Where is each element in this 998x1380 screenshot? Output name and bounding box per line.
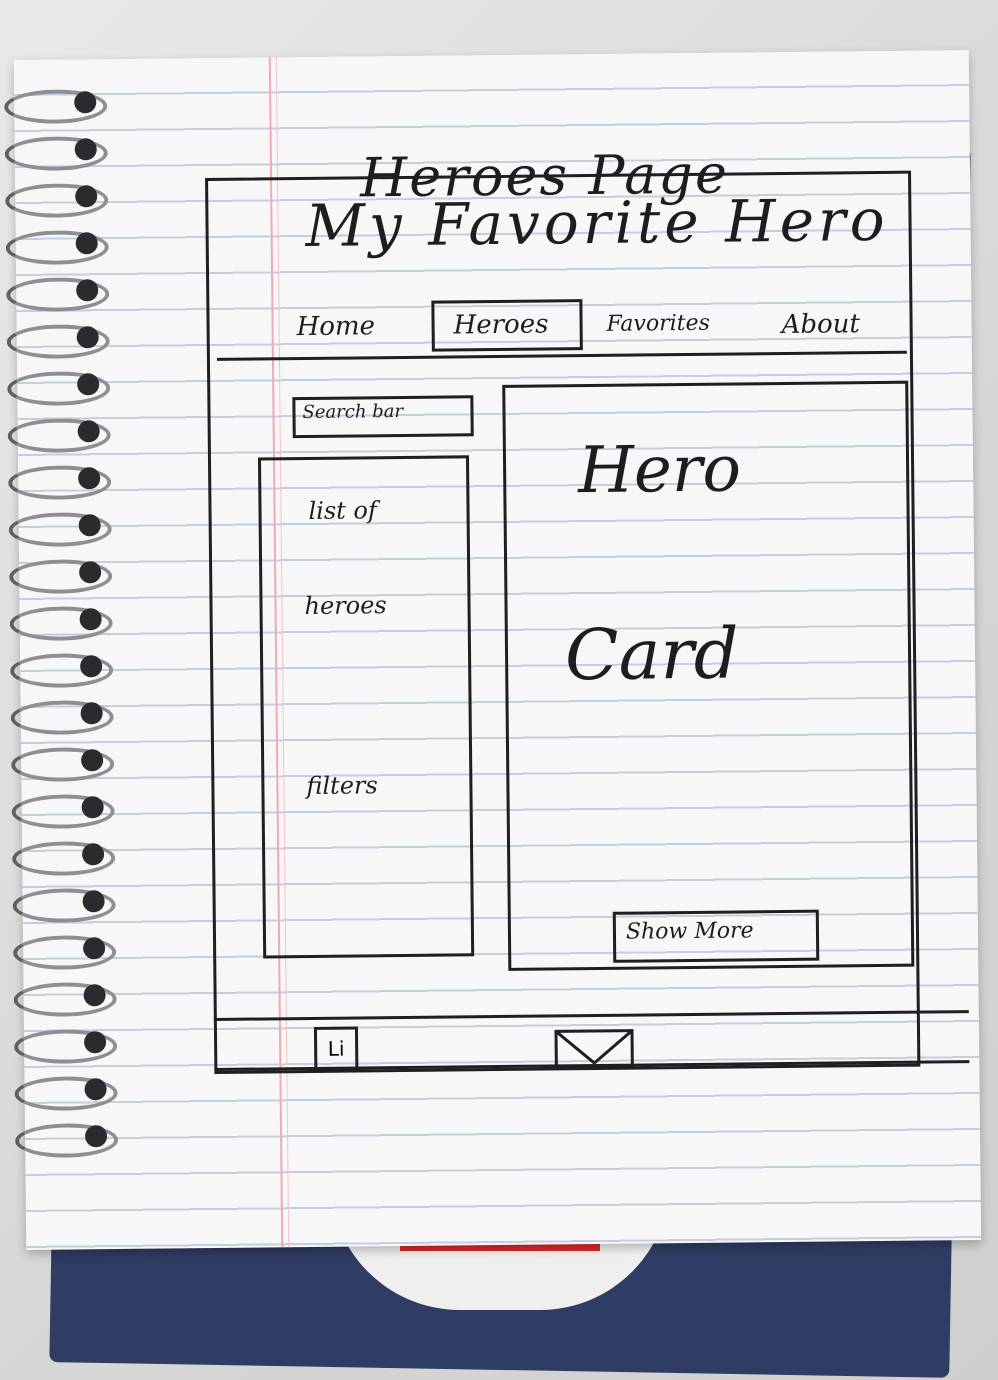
punch-hole bbox=[83, 1031, 107, 1054]
punch-hole bbox=[74, 138, 97, 161]
punch-hole bbox=[79, 561, 102, 584]
spiral-binding bbox=[4, 89, 126, 1220]
app-title: My Favorite Hero bbox=[305, 185, 889, 260]
nav-about[interactable]: About bbox=[781, 309, 860, 340]
filters-label[interactable]: filters bbox=[306, 771, 378, 800]
punch-hole bbox=[83, 984, 106, 1007]
hero-card-title-line1: Hero bbox=[577, 432, 742, 509]
punch-hole bbox=[82, 890, 105, 913]
search-bar-label: Search bar bbox=[302, 400, 404, 424]
punch-hole bbox=[76, 326, 99, 349]
punch-hole bbox=[78, 514, 101, 537]
punch-hole bbox=[76, 279, 99, 302]
linkedin-glyph: Li bbox=[327, 1036, 345, 1061]
nav-home[interactable]: Home bbox=[296, 311, 375, 342]
punch-hole bbox=[77, 373, 100, 396]
nav-favorites[interactable]: Favorites bbox=[606, 311, 710, 337]
show-more-label: Show More bbox=[625, 918, 754, 945]
punch-hole bbox=[82, 843, 105, 866]
mail-icon[interactable] bbox=[554, 1029, 634, 1074]
punch-hole bbox=[84, 1078, 107, 1101]
punch-hole bbox=[78, 467, 101, 490]
punch-hole bbox=[75, 232, 98, 255]
punch-hole bbox=[82, 937, 106, 960]
punch-hole bbox=[75, 185, 98, 208]
punch-hole bbox=[80, 702, 103, 725]
hero-list-panel[interactable] bbox=[257, 455, 475, 959]
punch-hole bbox=[81, 796, 104, 819]
nav-heroes[interactable]: Heroes bbox=[453, 309, 548, 340]
notebook-page: Heroes Page My Favorite Hero Home Heroes… bbox=[4, 50, 982, 1250]
punch-hole bbox=[84, 1125, 108, 1148]
punch-hole bbox=[77, 420, 100, 443]
linkedin-icon[interactable]: Li bbox=[313, 1026, 359, 1071]
hero-card-title-line2: Card bbox=[564, 612, 740, 697]
punch-hole bbox=[79, 608, 102, 631]
punch-hole bbox=[81, 749, 104, 772]
hero-list-label-line2: heroes bbox=[304, 591, 387, 621]
punch-hole bbox=[74, 91, 97, 114]
hero-list-label-line1: list of bbox=[308, 496, 377, 525]
punch-hole bbox=[80, 655, 103, 678]
